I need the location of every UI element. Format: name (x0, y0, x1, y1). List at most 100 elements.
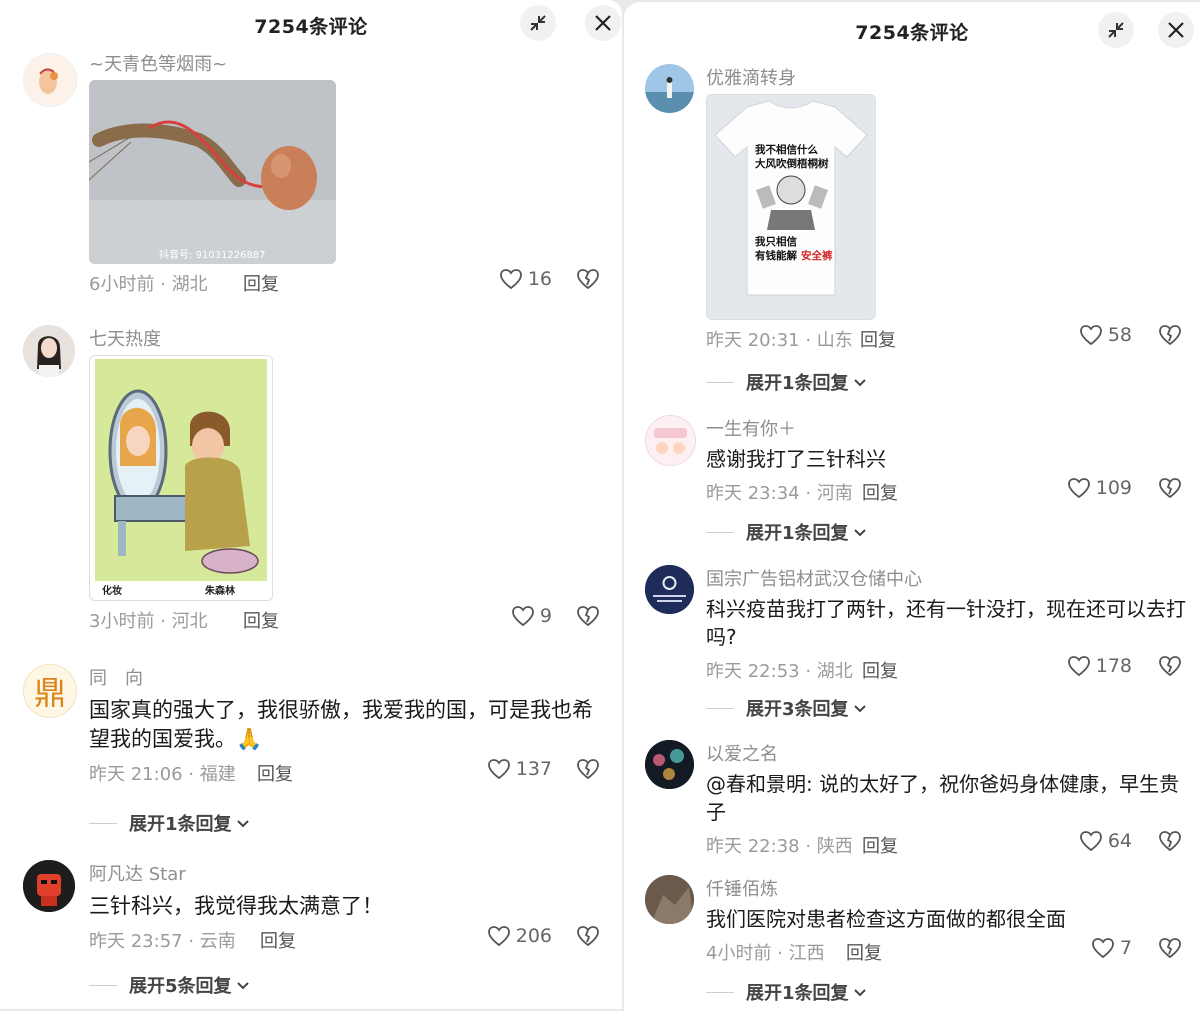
like-button[interactable]: 137 (487, 758, 552, 780)
comment-time-location: 3小时前 · 河北 (89, 611, 208, 632)
expand-replies-button[interactable]: 展开5条回复 (89, 972, 251, 998)
like-button[interactable]: 7 (1091, 937, 1132, 959)
avatar[interactable] (23, 325, 75, 377)
dislike-button[interactable] (1158, 477, 1182, 504)
avatar[interactable] (23, 53, 77, 107)
username[interactable]: 阿凡达 Star (89, 860, 608, 886)
reply-button[interactable]: 回复 (243, 270, 279, 296)
broken-heart-icon (577, 759, 599, 780)
expand-replies-label: 展开5条回复 (129, 976, 232, 997)
heart-icon (1079, 831, 1102, 852)
chevron-down-icon (853, 705, 866, 713)
comment-text: 科兴疫苗我打了两针，还有一针没打，现在还可以去打吗? (706, 597, 1186, 649)
shirt-text: 我只相信 (755, 235, 797, 248)
broken-heart-icon (577, 606, 599, 627)
comment-image[interactable]: 我不相信什么 大风吹倒梧桐树 我只相信 有钱能解 安全裤 (706, 94, 876, 320)
dislike-button[interactable] (576, 605, 600, 632)
dislike-button[interactable] (1158, 324, 1182, 351)
expand-replies-button[interactable]: 展开1条回复 (706, 519, 868, 545)
like-count: 7 (1119, 937, 1132, 959)
avatar[interactable] (645, 875, 694, 924)
comment-panels: 7254条评论 ~天青色等烟雨~ 抖音号: 91031226887 6小时前 ·… (0, 0, 1200, 1011)
chevron-down-icon (853, 529, 866, 537)
dislike-button[interactable] (576, 925, 600, 952)
username[interactable]: ~天青色等烟雨~ (89, 50, 608, 76)
reply-button[interactable]: 回复 (862, 479, 898, 505)
collapse-icon[interactable] (1098, 12, 1134, 48)
username[interactable]: 同 向 (89, 664, 608, 690)
expand-replies-button[interactable]: 展开3条回复 (706, 695, 868, 721)
dislike-button[interactable] (1158, 830, 1182, 857)
like-button[interactable]: 206 (487, 925, 552, 947)
avatar[interactable] (645, 565, 694, 614)
comment-time-location: 昨天 22:38 · 陕西 (706, 836, 853, 857)
comment-image[interactable]: 化妆 朱森林 (89, 355, 273, 601)
broken-heart-icon (1159, 938, 1181, 959)
comment-time-location: 6小时前 · 湖北 (89, 274, 208, 295)
shirt-text: 安全裤 (801, 249, 833, 262)
dislike-button[interactable] (576, 758, 600, 785)
reply-button[interactable]: 回复 (860, 326, 896, 352)
avatar[interactable] (23, 860, 75, 912)
comment-meta: 昨天 22:53 · 湖北 回复 178 (706, 655, 1188, 683)
reply-button[interactable]: 回复 (243, 607, 279, 633)
username[interactable]: 优雅滴转身 (706, 64, 1188, 90)
comment-panel-right: 7254条评论 优雅滴转身 我不相信什么 大风吹倒梧桐树 我只相信 有钱能解 安… (624, 2, 1200, 1011)
comment-body: 以爱之名 @春和景明: 说的太好了，祝你爸妈身体健康，早生贵子 昨天 22:38… (706, 740, 1188, 858)
expand-replies-button[interactable]: 展开1条回复 (706, 979, 868, 1005)
divider (706, 381, 734, 383)
expand-replies-label: 展开3条回复 (746, 699, 849, 720)
dislike-button[interactable] (1158, 937, 1182, 964)
close-icon[interactable] (585, 5, 621, 41)
broken-heart-icon (1159, 831, 1181, 852)
reply-button[interactable]: 回复 (257, 760, 293, 786)
like-button[interactable]: 58 (1079, 324, 1132, 346)
avatar[interactable] (645, 740, 694, 789)
expand-replies-label: 展开1条回复 (129, 814, 232, 835)
comment-body: 一生有你＋ 感谢我打了三针科兴 昨天 23:34 · 河南 回复 109 (706, 415, 1188, 505)
expand-replies-button[interactable]: 展开1条回复 (706, 369, 868, 395)
reply-button[interactable]: 回复 (862, 832, 898, 858)
shirt-text: 我不相信什么 (755, 143, 818, 156)
username[interactable]: 七天热度 (89, 325, 608, 351)
reply-button[interactable]: 回复 (846, 939, 882, 965)
avatar[interactable]: 鼎 (23, 664, 77, 718)
panel-header: 7254条评论 (624, 2, 1200, 50)
chevron-down-icon (853, 989, 866, 997)
heart-icon (1067, 478, 1090, 499)
reply-button[interactable]: 回复 (260, 927, 296, 953)
username[interactable]: 国宗广告铝材武汉仓储中心 (706, 565, 1188, 591)
comment-text: 我们医院对患者检查这方面做的都很全面 (706, 907, 1066, 931)
username[interactable]: 一生有你＋ (706, 415, 1188, 441)
comment-body: 国宗广告铝材武汉仓储中心 科兴疫苗我打了两针，还有一针没打，现在还可以去打吗? … (706, 565, 1188, 683)
like-button[interactable]: 16 (499, 268, 552, 290)
username[interactable]: 仟锤佰炼 (706, 875, 1188, 901)
comment-text: 三针科兴，我觉得我太满意了！ (89, 894, 383, 918)
comment-panel-left: 7254条评论 ~天青色等烟雨~ 抖音号: 91031226887 6小时前 ·… (0, 0, 622, 1009)
close-icon[interactable] (1158, 12, 1194, 48)
dislike-button[interactable] (1158, 655, 1182, 682)
comment-time-location: 昨天 22:53 · 湖北 (706, 661, 853, 682)
comment-meta: 6小时前 · 湖北 回复 16 (89, 268, 608, 296)
comment-text: 感谢我打了三针科兴 (706, 447, 886, 471)
like-button[interactable]: 178 (1067, 655, 1132, 677)
dislike-button[interactable] (576, 268, 600, 295)
divider (706, 531, 734, 533)
username[interactable]: 以爱之名 (706, 740, 1188, 766)
like-button[interactable]: 109 (1067, 477, 1132, 499)
broken-heart-icon (1159, 325, 1181, 346)
reply-button[interactable]: 回复 (862, 657, 898, 683)
like-count: 178 (1095, 655, 1132, 677)
expand-replies-button[interactable]: 展开1条回复 (89, 810, 251, 836)
expand-replies-label: 展开1条回复 (746, 983, 849, 1004)
comment-image[interactable]: 抖音号: 91031226887 (89, 80, 336, 264)
heart-icon (1067, 656, 1090, 677)
collapse-icon[interactable] (520, 5, 556, 41)
comment-meta: 昨天 23:57 · 云南 回复 206 (89, 925, 608, 953)
comment-meta: 昨天 20:31 · 山东 回复 58 (706, 324, 1188, 352)
shirt-text: 有钱能解 (755, 249, 797, 262)
avatar[interactable] (645, 64, 694, 113)
like-button[interactable]: 64 (1079, 830, 1132, 852)
avatar[interactable] (645, 415, 696, 466)
like-button[interactable]: 9 (511, 605, 552, 627)
